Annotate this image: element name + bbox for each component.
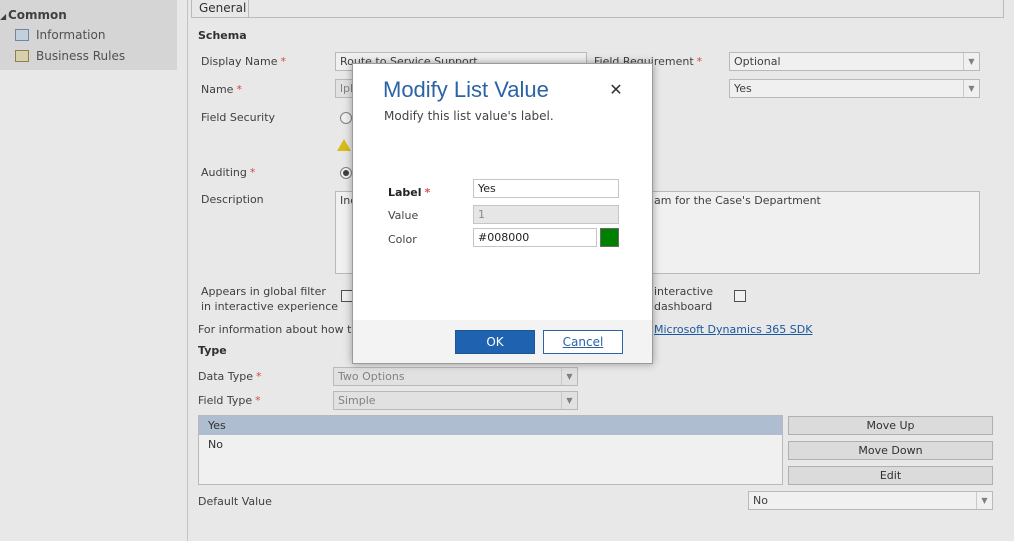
color-input[interactable]: #008000 xyxy=(473,228,597,247)
cancel-button[interactable]: Cancel xyxy=(543,330,623,354)
color-swatch[interactable] xyxy=(600,228,619,247)
value-field-label: Value xyxy=(388,209,419,222)
ok-button[interactable]: OK xyxy=(455,330,535,354)
form-editor-page: ◢ Common Information Business Rules Gener… xyxy=(0,0,1014,541)
value-input[interactable]: 1 xyxy=(473,205,619,224)
required-marker: * xyxy=(424,186,431,199)
dialog-footer: OK Cancel xyxy=(353,320,652,363)
dialog-subtitle: Modify this list value's label. xyxy=(384,109,554,123)
close-icon[interactable]: ✕ xyxy=(608,82,624,98)
label-field-label-text: Label xyxy=(388,186,422,199)
color-field-label: Color xyxy=(388,233,417,246)
label-field-label: Label * xyxy=(388,185,430,200)
dialog-title: Modify List Value xyxy=(383,77,549,102)
label-input[interactable]: Yes xyxy=(473,179,619,198)
modify-list-value-dialog: Modify List Value ✕ Modify this list val… xyxy=(352,63,653,364)
